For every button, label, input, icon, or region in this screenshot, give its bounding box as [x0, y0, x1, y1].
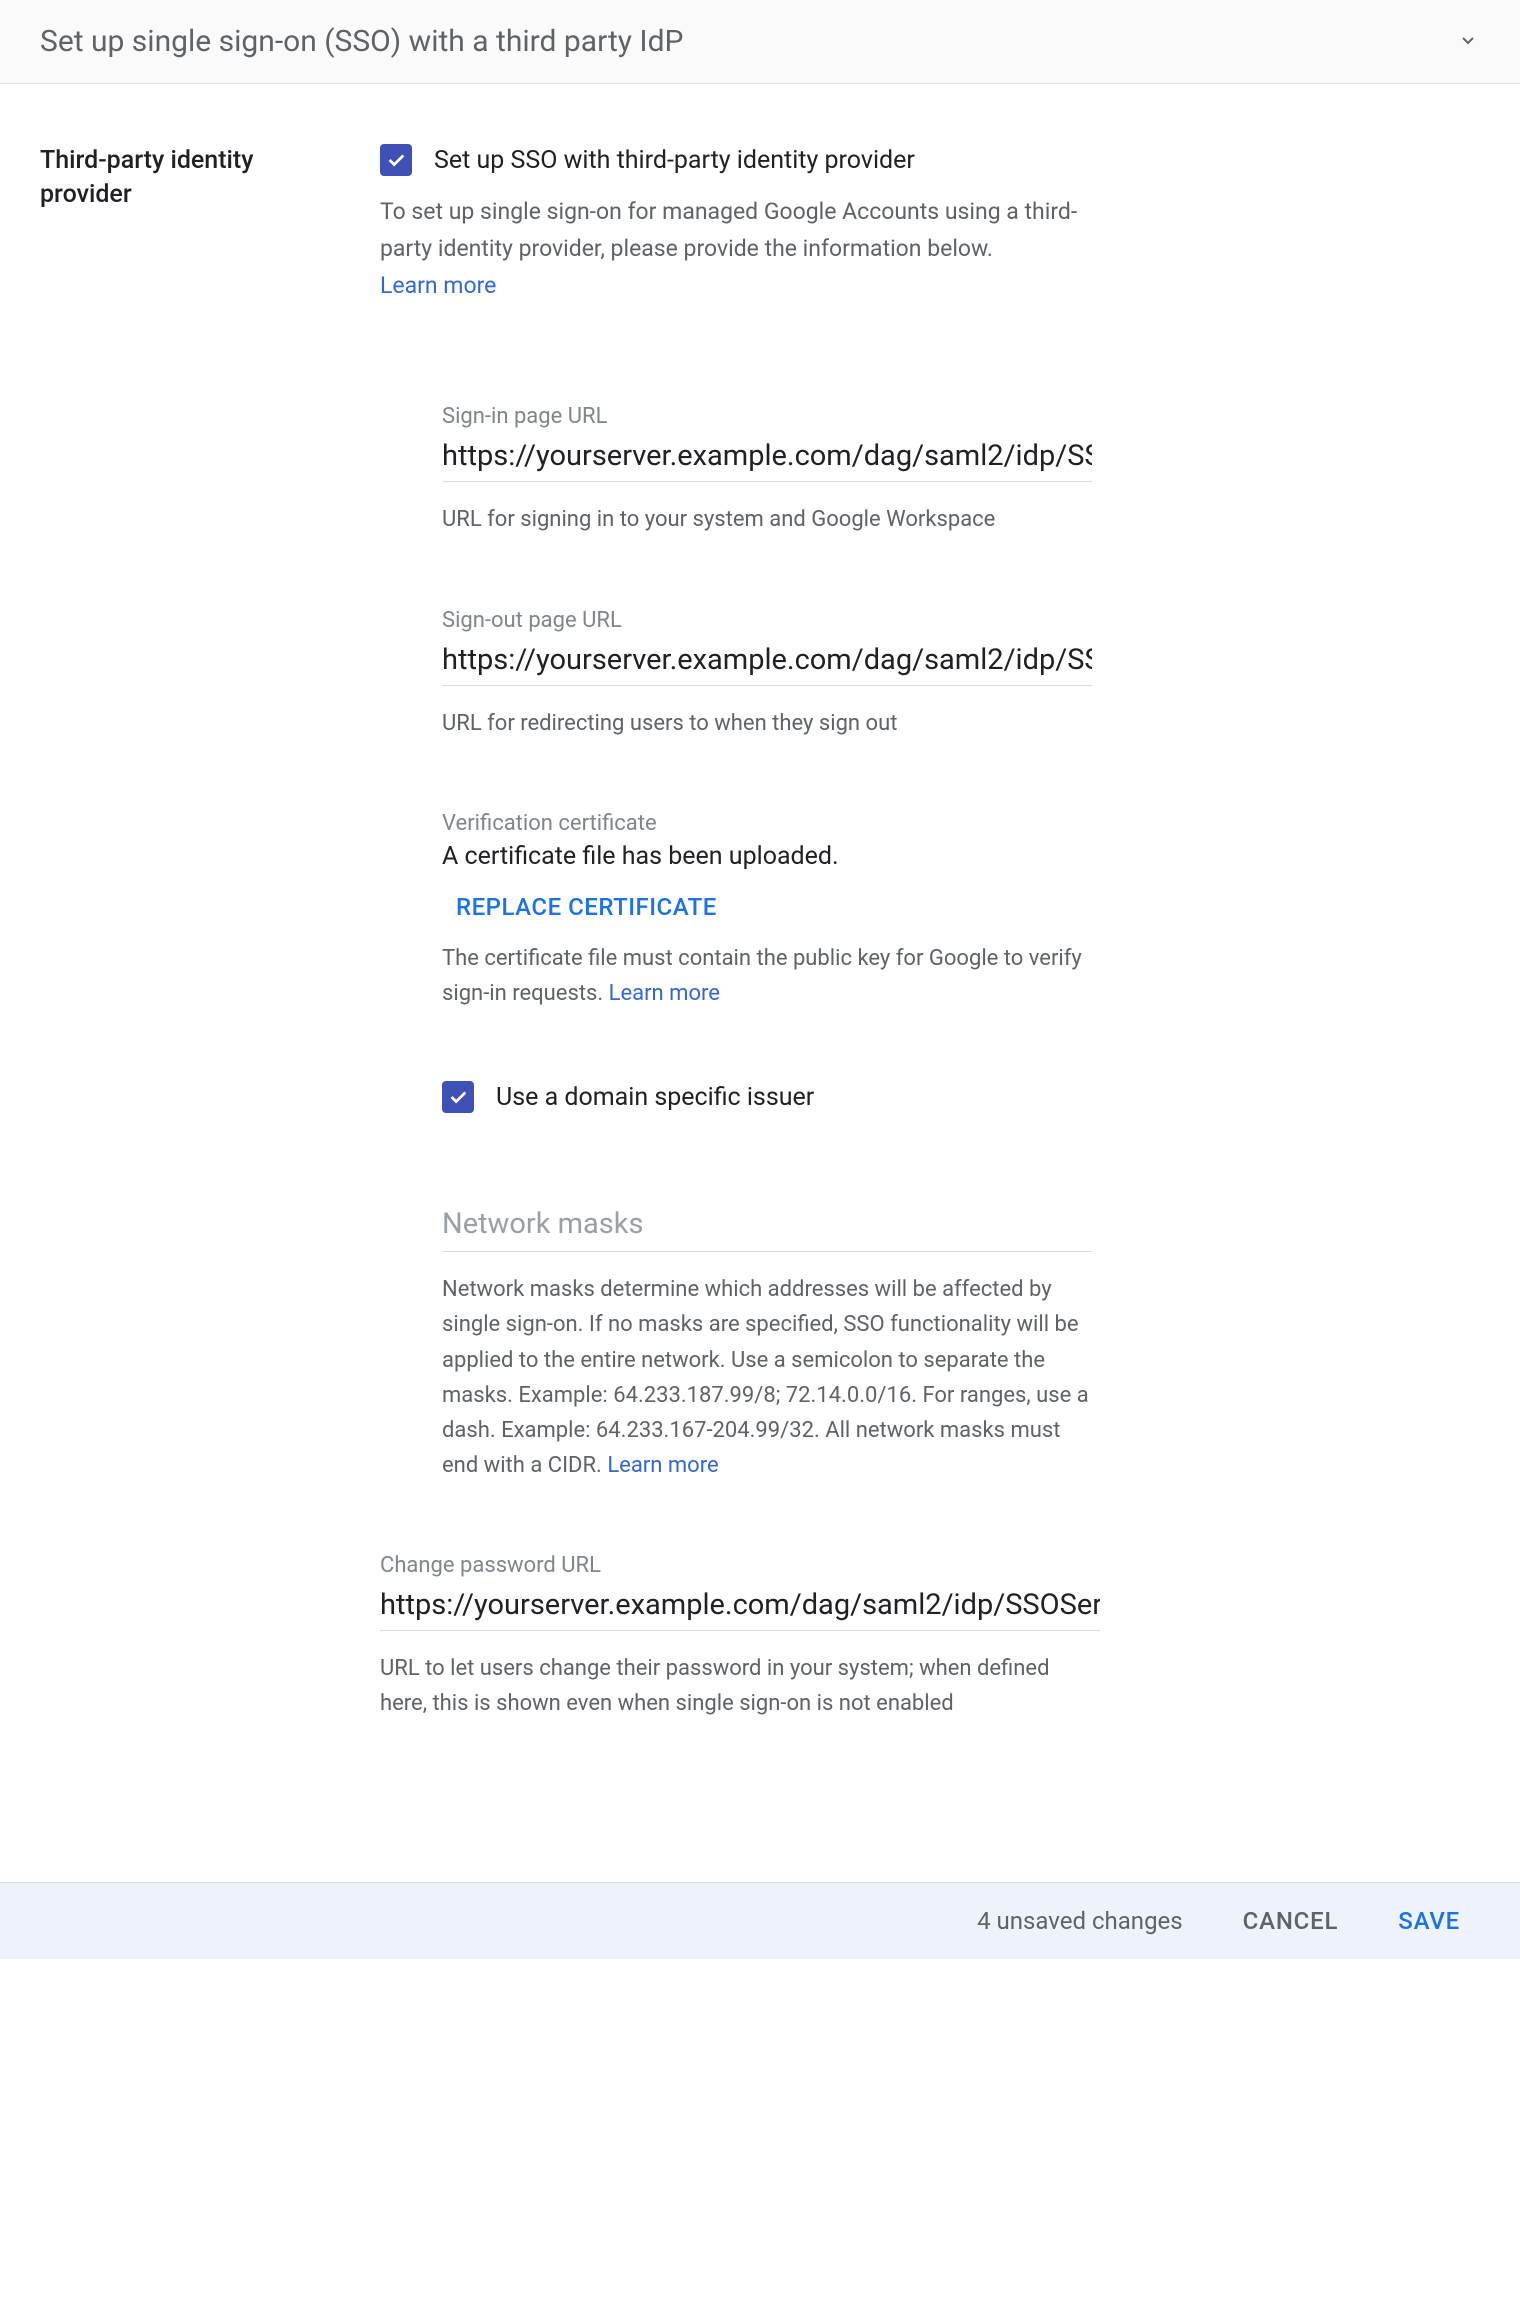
intro-text: To set up single sign-on for managed Goo… — [380, 194, 1100, 304]
network-masks-learn-more-link[interactable]: Learn more — [607, 1453, 718, 1478]
footer-bar: 4 unsaved changes CANCEL SAVE — [0, 1882, 1520, 1959]
panel-header[interactable]: Set up single sign-on (SSO) with a third… — [0, 0, 1520, 84]
signout-url-input[interactable] — [442, 639, 1092, 686]
enable-sso-checkbox[interactable] — [380, 144, 412, 176]
network-masks-input[interactable] — [442, 1203, 1092, 1252]
signin-url-label: Sign-in page URL — [442, 404, 1440, 429]
section-title: Third-party identity provider — [40, 144, 340, 212]
save-button[interactable]: SAVE — [1398, 1907, 1460, 1935]
panel-title: Set up single sign-on (SSO) with a third… — [40, 24, 683, 59]
change-password-url-helper: URL to let users change their password i… — [380, 1651, 1100, 1721]
check-icon — [385, 149, 407, 171]
signin-url-input[interactable] — [442, 435, 1092, 482]
change-password-url-input[interactable] — [380, 1584, 1100, 1631]
check-icon — [447, 1086, 469, 1108]
unsaved-changes-text: 4 unsaved changes — [977, 1907, 1183, 1935]
certificate-status: A certificate file has been uploaded. — [442, 842, 1440, 871]
signout-url-label: Sign-out page URL — [442, 608, 1440, 633]
certificate-helper: The certificate file must contain the pu… — [442, 941, 1092, 1011]
domain-issuer-checkbox[interactable] — [442, 1081, 474, 1113]
network-masks-helper: Network masks determine which addresses … — [442, 1272, 1092, 1483]
signin-url-helper: URL for signing in to your system and Go… — [442, 502, 1092, 537]
enable-sso-label: Set up SSO with third-party identity pro… — [434, 146, 915, 175]
certificate-label: Verification certificate — [442, 811, 1440, 836]
signout-url-helper: URL for redirecting users to when they s… — [442, 706, 1092, 741]
change-password-url-label: Change password URL — [380, 1553, 1440, 1578]
chevron-down-icon[interactable] — [1456, 28, 1480, 56]
certificate-learn-more-link[interactable]: Learn more — [609, 981, 720, 1006]
cancel-button[interactable]: CANCEL — [1243, 1907, 1339, 1935]
replace-certificate-button[interactable]: REPLACE CERTIFICATE — [442, 893, 1440, 921]
domain-issuer-label: Use a domain specific issuer — [496, 1083, 814, 1112]
learn-more-link[interactable]: Learn more — [380, 272, 496, 299]
